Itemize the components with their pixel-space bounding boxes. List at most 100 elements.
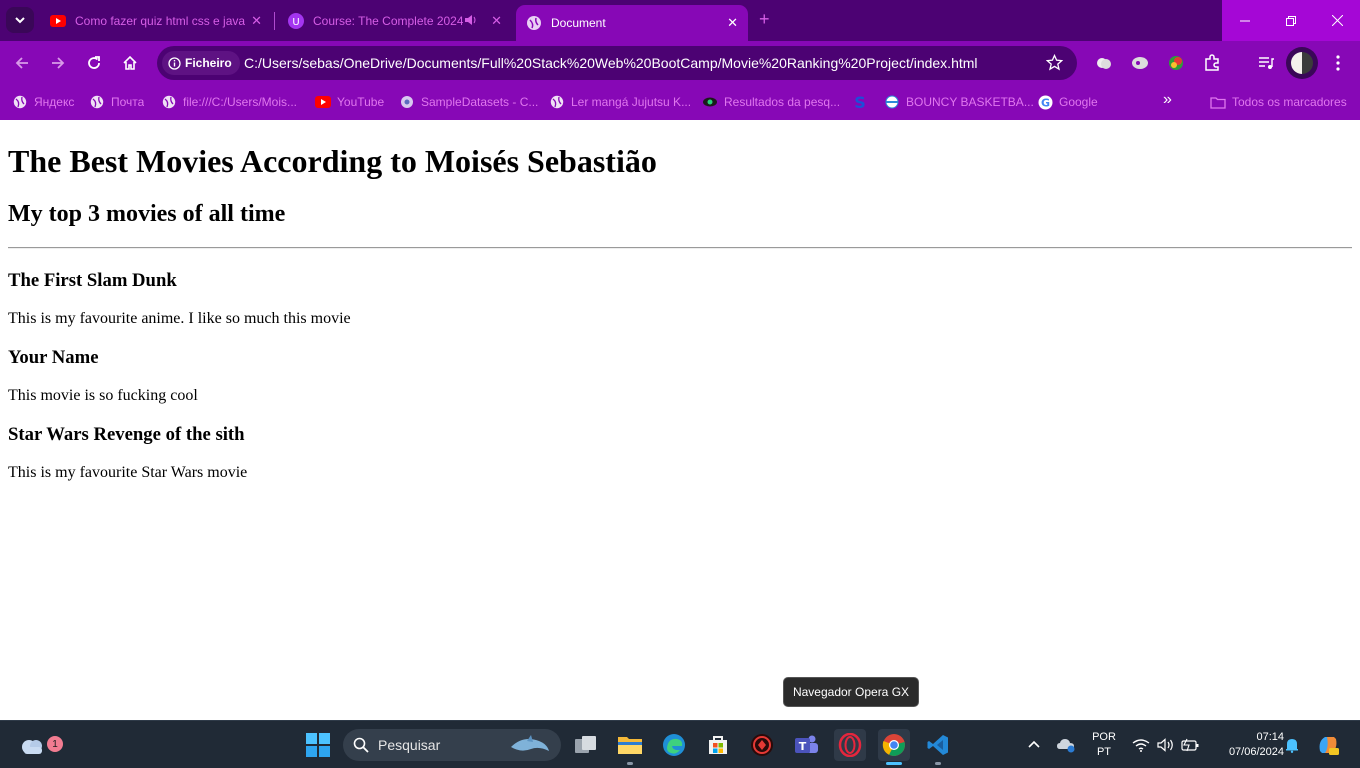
edge-button[interactable]	[658, 729, 690, 761]
bookmark-item[interactable]: Resultados da pesq...	[702, 93, 840, 111]
back-button[interactable]	[12, 53, 32, 73]
extension-button[interactable]	[1094, 53, 1114, 73]
tab-document[interactable]: Document ✕	[516, 5, 748, 41]
weather-cloud-icon	[22, 740, 42, 754]
store-button[interactable]	[702, 729, 734, 761]
close-icon[interactable]: ✕	[727, 15, 738, 31]
home-button[interactable]	[120, 53, 140, 73]
taskbar-search[interactable]: Pesquisar	[343, 729, 561, 761]
forward-button[interactable]	[48, 53, 68, 73]
youtube-icon	[50, 13, 66, 29]
vscode-icon	[927, 735, 948, 755]
gaming-icon	[751, 734, 773, 756]
s-logo-icon: S	[852, 94, 868, 110]
extension-button[interactable]	[1166, 53, 1186, 73]
reload-button[interactable]	[84, 53, 104, 73]
new-tab-button[interactable]: +	[759, 9, 770, 30]
bookmark-item[interactable]: Ler mangá Jujutsu K...	[549, 93, 691, 111]
input-language-indicator[interactable]: POR PT	[1091, 730, 1117, 760]
google-icon: G	[1037, 94, 1053, 110]
keyboard-region: PT	[1096, 746, 1112, 758]
minimize-button[interactable]	[1222, 0, 1268, 41]
tab-search-button[interactable]	[6, 7, 34, 33]
address-bar[interactable]: Ficheiro C:/Users/sebas/OneDrive/Documen…	[157, 46, 1077, 80]
bookmark-item[interactable]: S	[852, 93, 874, 111]
globe-icon	[12, 94, 28, 110]
gaming-app-button[interactable]	[746, 729, 778, 761]
url-text[interactable]: C:/Users/sebas/OneDrive/Documents/Full%2…	[244, 55, 978, 71]
bookmark-item[interactable]: Почта	[89, 93, 144, 111]
bookmark-item[interactable]: Яндекс	[12, 93, 74, 111]
globe-icon	[549, 94, 565, 110]
browser-menu-button[interactable]	[1328, 53, 1348, 73]
close-window-button[interactable]	[1314, 0, 1360, 41]
bookmark-star-button[interactable]	[1045, 53, 1064, 76]
bookmark-item[interactable]: G Google	[1037, 93, 1098, 111]
bookmark-item[interactable]: YouTube	[315, 93, 384, 111]
movie-title: The First Slam Dunk	[8, 270, 177, 291]
teams-button[interactable]: T	[790, 729, 822, 761]
battery-button[interactable]	[1179, 721, 1201, 768]
eye-icon	[702, 94, 718, 110]
close-icon[interactable]: ✕	[491, 13, 502, 29]
extensions-menu-button[interactable]	[1202, 53, 1222, 73]
page-content: The Best Movies According to Moisés Seba…	[0, 120, 1360, 720]
profile-avatar[interactable]	[1286, 47, 1318, 79]
taskbar-tooltip: Navegador Opera GX	[783, 677, 919, 707]
weather-widget[interactable]: 1	[16, 729, 63, 761]
close-icon[interactable]: ✕	[251, 13, 262, 29]
edge-icon	[663, 734, 685, 756]
opera-gx-icon	[838, 733, 862, 757]
volume-button[interactable]	[1155, 721, 1177, 768]
chrome-button[interactable]	[878, 729, 910, 765]
site-info-chip[interactable]: Ficheiro	[162, 51, 240, 75]
copilot-button[interactable]	[1314, 721, 1342, 768]
info-icon	[168, 56, 181, 70]
bookmark-item[interactable]: BOUNCY BASKETBA...	[884, 93, 1034, 111]
bookmark-item[interactable]: SampleDatasets - C...	[399, 93, 538, 111]
tab-strip: Como fazer quiz html css e java ✕ U Cour…	[0, 0, 1360, 41]
playlist-icon	[1259, 57, 1274, 69]
onedrive-icon	[1057, 739, 1075, 753]
running-indicator	[935, 762, 941, 765]
onedrive-button[interactable]	[1054, 721, 1078, 768]
start-button[interactable]	[302, 729, 334, 761]
bookmark-label: Яндекс	[34, 95, 75, 109]
folder-icon	[618, 737, 642, 754]
restore-button[interactable]	[1268, 0, 1314, 41]
tab-udemy-course[interactable]: U Course: The Complete 2024 ✕	[278, 5, 512, 36]
dataset-icon	[399, 94, 415, 110]
bookmark-item[interactable]: file:///C:/Users/Mois...	[161, 93, 297, 111]
opera-gx-button[interactable]	[834, 729, 866, 761]
chrome-icon	[882, 734, 905, 756]
extension-button[interactable]	[1130, 53, 1150, 73]
wifi-button[interactable]	[1131, 721, 1151, 768]
speaker-icon[interactable]	[464, 13, 478, 30]
globe-icon	[89, 94, 105, 110]
restore-icon	[1286, 15, 1296, 26]
svg-text:G: G	[1040, 96, 1049, 109]
running-indicator	[886, 762, 902, 765]
bell-icon	[1286, 739, 1298, 753]
tab-separator	[274, 12, 275, 30]
system-clock[interactable]: 07:14 07/06/2024	[1208, 730, 1284, 760]
youtube-icon	[315, 94, 331, 110]
file-explorer-button[interactable]	[614, 729, 646, 765]
notifications-button[interactable]	[1282, 721, 1302, 768]
bookmarks-overflow-button[interactable]: »	[1163, 91, 1172, 109]
tab-title: Como fazer quiz html css e java	[75, 13, 245, 28]
media-controls-button[interactable]	[1256, 53, 1276, 73]
arrow-right-icon	[52, 57, 65, 69]
more-vertical-icon	[1336, 55, 1340, 71]
task-view-button[interactable]	[570, 729, 602, 761]
window-controls	[1222, 0, 1360, 41]
tab-youtube-quiz[interactable]: Como fazer quiz html css e java ✕	[40, 5, 272, 36]
all-bookmarks-folder[interactable]: Todos os marcadores	[1210, 93, 1347, 111]
show-hidden-icons-button[interactable]	[1024, 721, 1044, 768]
notification-badge: 1	[47, 736, 63, 752]
bookmark-label: YouTube	[337, 95, 385, 109]
bookmark-label: Почта	[111, 95, 145, 109]
speaker-icon	[1157, 738, 1173, 752]
vscode-button[interactable]	[922, 729, 954, 765]
battery-charging-icon	[1181, 738, 1199, 752]
